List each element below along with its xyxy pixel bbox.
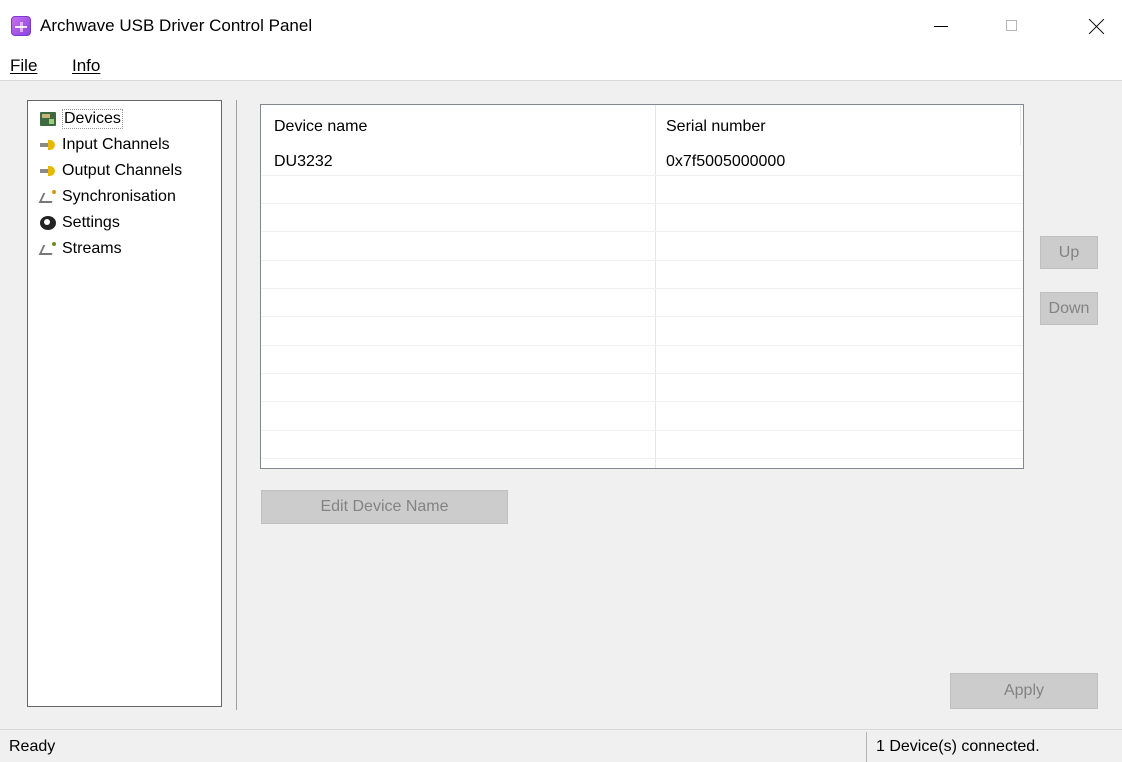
panel-splitter[interactable]: [236, 100, 237, 710]
column-header-serial-number[interactable]: Serial number: [666, 117, 766, 137]
menu-info[interactable]: Info: [72, 56, 100, 76]
tree-item-synchronisation[interactable]: Synchronisation: [40, 186, 176, 208]
menu-bar: File Info: [0, 50, 1122, 81]
channels-icon: [40, 138, 56, 152]
up-button[interactable]: Up: [1040, 236, 1098, 269]
settings-icon: [40, 216, 56, 230]
tree-item-label: Synchronisation: [62, 188, 176, 205]
tree-item-label: Input Channels: [62, 136, 170, 153]
apply-button[interactable]: Apply: [950, 673, 1098, 709]
sync-icon: [40, 190, 56, 204]
menu-file[interactable]: File: [10, 56, 37, 76]
close-button[interactable]: [1074, 0, 1120, 50]
navigation-tree: Devices Input Channels Output Channels S…: [27, 100, 222, 707]
status-bar: Ready 1 Device(s) connected.: [0, 729, 1122, 762]
column-header-device-name[interactable]: Device name: [274, 117, 367, 137]
streams-icon: [40, 242, 56, 256]
status-text: Ready: [9, 738, 56, 755]
edit-device-name-button[interactable]: Edit Device Name: [261, 490, 508, 524]
tree-item-devices[interactable]: Devices: [40, 108, 123, 130]
tree-item-input-channels[interactable]: Input Channels: [40, 134, 170, 156]
devices-icon: [40, 112, 56, 126]
title-bar: Archwave USB Driver Control Panel: [0, 0, 1122, 50]
channels-icon: [40, 164, 56, 178]
serial-number-cell: 0x7f5005000000: [666, 153, 786, 170]
app-icon: [11, 16, 31, 36]
maximize-button[interactable]: [987, 0, 1033, 50]
down-button[interactable]: Down: [1040, 292, 1098, 325]
tree-item-label: Devices: [62, 109, 123, 129]
tree-item-settings[interactable]: Settings: [40, 212, 120, 234]
minimize-button[interactable]: [918, 0, 964, 50]
tree-item-label: Output Channels: [62, 162, 183, 179]
column-separator[interactable]: [655, 105, 656, 468]
device-name-cell: DU3232: [274, 153, 333, 170]
window-title: Archwave USB Driver Control Panel: [40, 16, 313, 35]
tree-item-streams[interactable]: Streams: [40, 238, 122, 260]
tree-item-label: Streams: [62, 240, 122, 257]
tree-item-output-channels[interactable]: Output Channels: [40, 160, 182, 182]
device-list[interactable]: Device name Serial number DU3232 0x7f500…: [260, 104, 1024, 469]
device-count-status: 1 Device(s) connected.: [876, 738, 1040, 755]
column-separator[interactable]: [1020, 105, 1021, 145]
tree-item-label: Settings: [62, 214, 120, 231]
status-separator: [866, 732, 867, 762]
